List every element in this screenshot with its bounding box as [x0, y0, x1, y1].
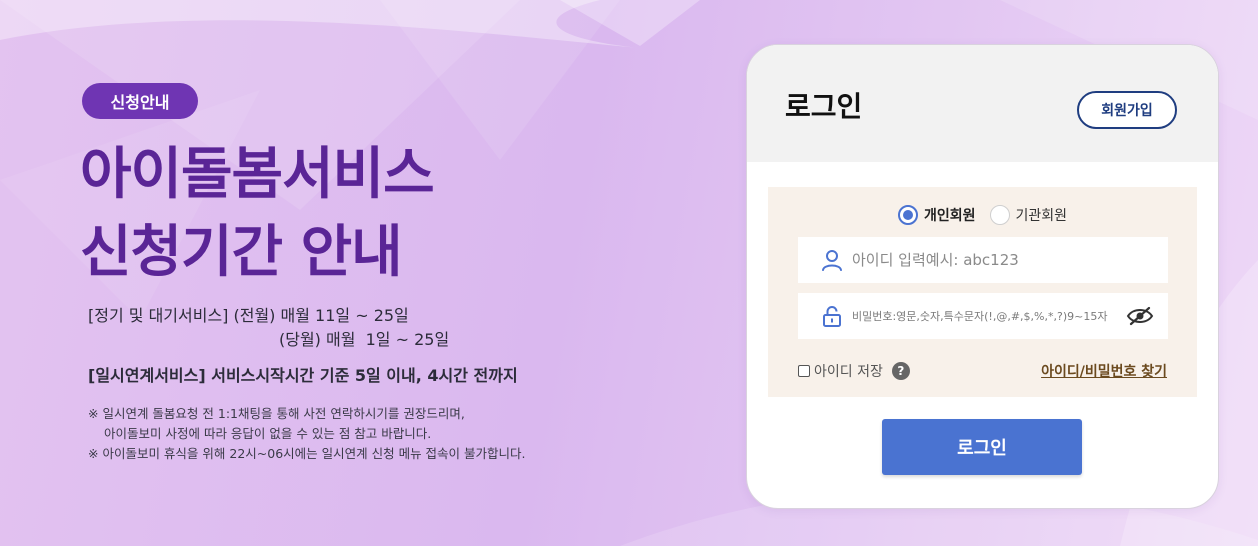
user-icon: [822, 250, 842, 271]
instant-service-period: [일시연계서비스] 서비스시작시간 기준 5일 이내, 4시간 전까지: [88, 366, 518, 385]
password-field: [798, 293, 1168, 339]
regular-service-period: [정기 및 대기서비스] (전월) 매월 11일 ~ 25일 (당월) 매월 1…: [88, 304, 449, 352]
title-line-2: 신청기간 안내: [80, 220, 403, 285]
join-button[interactable]: 회원가입: [1077, 91, 1177, 129]
page-title: 아이돌봄서비스 신청기간 안내: [80, 136, 435, 292]
lock-icon: [823, 306, 841, 327]
eye-off-icon[interactable]: [1126, 305, 1154, 327]
login-button[interactable]: 로그인: [882, 419, 1082, 475]
note-1-line-1: ※ 일시연계 돌봄요청 전 1:1채팅을 통해 사전 연락하시기를 권장드리며,: [88, 406, 465, 421]
login-card: 로그인 회원가입 개인회원 기관회원 아이디 입력예시: abc123 아이디 …: [746, 44, 1219, 509]
title-line-1: 아이돌봄서비스: [80, 142, 435, 207]
save-id-row: 아이디 저장 ?: [798, 361, 910, 381]
member-type-institution[interactable]: 기관회원: [989, 205, 1068, 225]
member-type-personal-label: 개인회원: [923, 208, 976, 224]
radio-personal[interactable]: [897, 205, 918, 225]
help-icon[interactable]: ?: [891, 362, 910, 380]
member-type-selector: 개인회원 기관회원: [768, 202, 1197, 228]
radio-institution[interactable]: [989, 205, 1010, 225]
id-input[interactable]: [850, 239, 1168, 281]
member-type-institution-label: 기관회원: [1015, 208, 1068, 224]
login-title: 로그인: [785, 90, 863, 123]
notice-notes: ※ 일시연계 돌봄요청 전 1:1채팅을 통해 사전 연락하시기를 권장드리며,…: [88, 404, 526, 464]
member-type-personal[interactable]: 개인회원: [897, 205, 976, 225]
id-field: [798, 237, 1168, 283]
login-card-header: 로그인 회원가입: [747, 45, 1218, 162]
find-id-password-link[interactable]: 아이디/비밀번호 찾기: [1041, 361, 1167, 381]
period-line-1: [정기 및 대기서비스] (전월) 매월 11일 ~ 25일: [88, 306, 409, 325]
save-id-checkbox[interactable]: [798, 365, 810, 377]
notice-badge: 신청안내: [82, 83, 198, 119]
login-form: 개인회원 기관회원 아이디 입력예시: abc123 아이디 저장 ? 아이디/…: [768, 187, 1197, 397]
note-2: ※ 아이돌보미 휴식을 위해 22시~06시에는 일시연계 신청 메뉴 접속이 …: [88, 446, 526, 461]
save-id-label: 아이디 저장: [814, 364, 883, 380]
note-1-line-2: 아이돌보미 사정에 따라 응답이 없을 수 있는 점 참고 바랍니다.: [104, 426, 432, 441]
password-input[interactable]: [850, 295, 1120, 337]
period-line-2: (당월) 매월 1일 ~ 25일: [279, 330, 450, 349]
